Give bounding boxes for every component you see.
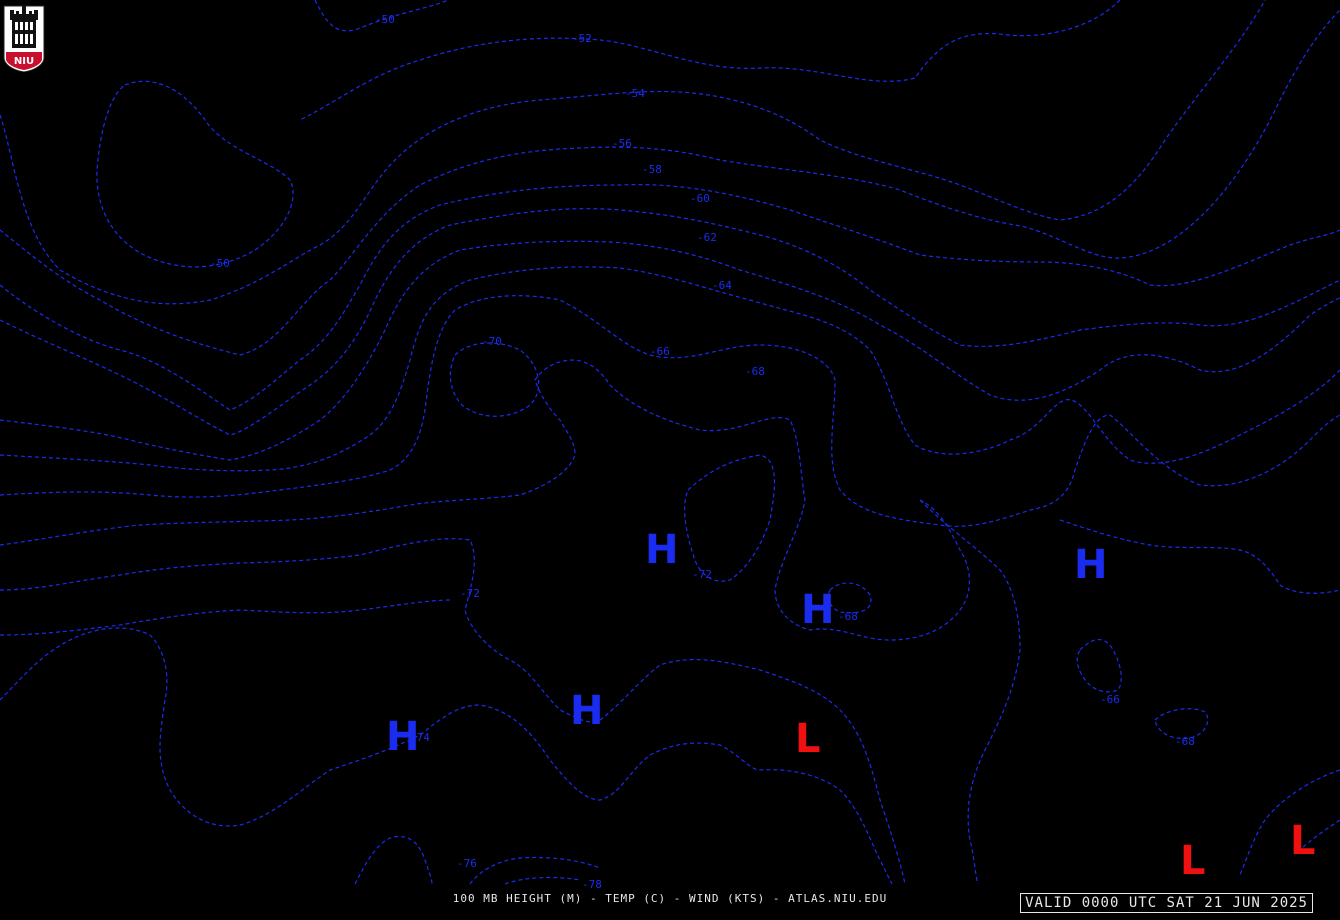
contour-label: -68 <box>1175 735 1195 748</box>
contour-label: -66 <box>1100 693 1120 706</box>
contour-label: -56 <box>612 137 632 150</box>
high-pressure-marker: H <box>801 587 834 633</box>
contour-label: -58 <box>642 163 662 176</box>
contour-label: -66 <box>650 345 670 358</box>
contour-label: -76 <box>457 857 477 870</box>
weather-map: -50 -52 -54 -56 -58 -60 -62 -64 -66 -68 … <box>0 0 1340 920</box>
low-pressure-marker: L <box>1180 838 1206 884</box>
contour-label: -64 <box>712 279 732 292</box>
high-pressure-marker: H <box>1074 542 1107 588</box>
contour-label: -62 <box>697 231 717 244</box>
contour-label: -54 <box>625 87 645 100</box>
contour-label: -52 <box>572 32 592 45</box>
contour-label: -68 <box>745 365 765 378</box>
contour-label: -60 <box>690 192 710 205</box>
contour-label: -72 <box>460 587 480 600</box>
contour-label: -68 <box>838 610 858 623</box>
high-pressure-marker: H <box>386 714 419 760</box>
valid-time-box: VALID 0000 UTC SAT 21 JUN 2025 <box>1020 893 1313 913</box>
contour-label: -78 <box>582 878 602 891</box>
low-pressure-marker: L <box>795 716 821 762</box>
contour-label: -50 <box>375 13 395 26</box>
low-pressure-marker: L <box>1290 818 1316 864</box>
contour-label: -50 <box>210 257 230 270</box>
logo-text: NIU <box>14 56 34 67</box>
high-pressure-marker: H <box>570 688 603 734</box>
niu-logo: NIU <box>3 5 45 72</box>
contour-label: -70 <box>482 335 502 348</box>
contour-label: -72 <box>692 568 712 581</box>
high-pressure-marker: H <box>645 527 678 573</box>
